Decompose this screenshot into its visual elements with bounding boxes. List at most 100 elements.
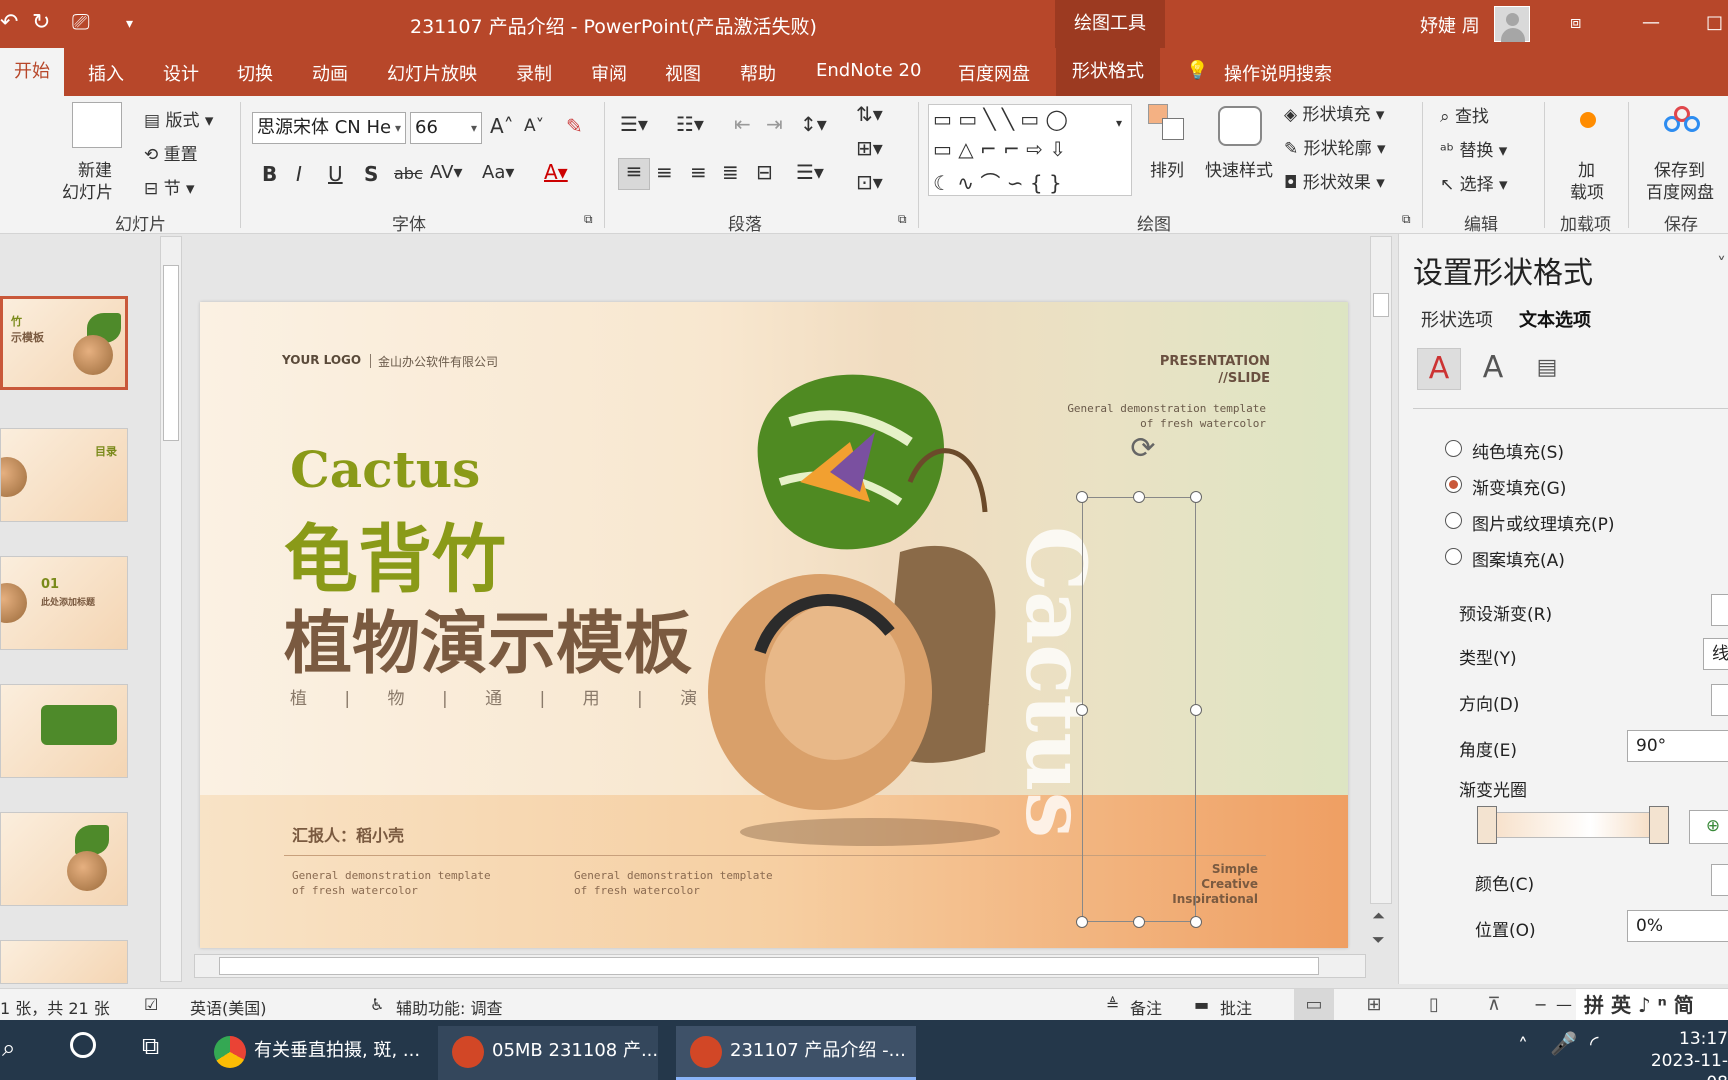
quick-styles-button[interactable]: 快速样式 (1205, 156, 1273, 181)
replace-button[interactable]: ᵃᵇ 替换 ▾ (1440, 136, 1507, 161)
increase-indent-icon[interactable]: ⇥ (766, 112, 783, 136)
tab-record[interactable]: 录制 (516, 60, 552, 86)
redo-icon[interactable]: ↻ (32, 10, 50, 35)
resize-handle[interactable] (1076, 491, 1088, 503)
tab-view[interactable]: 视图 (665, 60, 701, 86)
tab-insert[interactable]: 插入 (88, 60, 124, 86)
tab-transitions[interactable]: 切换 (237, 60, 273, 86)
slide-thumbnail[interactable] (0, 812, 128, 906)
gradient-bar[interactable] (1477, 812, 1667, 838)
accessibility-status[interactable]: 辅助功能: 调查 (396, 995, 502, 1019)
arrange-icon[interactable] (1148, 104, 1188, 144)
shape-fill-button[interactable]: ◈ 形状填充 ▾ (1284, 100, 1384, 125)
section-button[interactable]: ⊟ 节 ▾ (144, 174, 195, 199)
resize-handle[interactable] (1076, 704, 1088, 716)
shape-outline-button[interactable]: ✎ 形状轮廓 ▾ (1284, 134, 1386, 159)
language-status[interactable]: 英语(美国) (190, 995, 267, 1019)
quick-styles-icon[interactable] (1218, 106, 1262, 146)
shrink-font-icon[interactable]: A˅ (524, 116, 544, 136)
gallery-more-icon[interactable]: ▾ (1116, 116, 1122, 130)
gradient-stop-handle[interactable] (1477, 806, 1497, 844)
color-picker[interactable] (1711, 864, 1728, 896)
align-text-icon[interactable]: ⊞▾ (856, 136, 883, 160)
numbering-icon[interactable]: ☷▾ (676, 112, 704, 136)
microphone-icon[interactable]: 🎤 (1550, 1032, 1577, 1057)
task-view-icon[interactable]: ⧉ (142, 1032, 159, 1060)
add-stop-icon[interactable]: ⊕ (1689, 810, 1728, 844)
cortana-icon[interactable] (70, 1032, 96, 1058)
tab-help[interactable]: 帮助 (740, 60, 776, 86)
wifi-icon[interactable]: ◜ (1590, 1032, 1599, 1057)
tab-shape-format[interactable]: 形状格式 (1056, 48, 1160, 96)
autosave-icon[interactable]: ↶ (0, 10, 18, 35)
shape-effects-button[interactable]: ◘ 形状效果 ▾ (1284, 168, 1385, 193)
save-baidu-label-2[interactable]: 百度网盘 (1646, 178, 1714, 203)
addins-label-2[interactable]: 载项 (1570, 178, 1604, 203)
angle-input[interactable]: 90° (1627, 730, 1728, 762)
direction-dropdown[interactable] (1711, 684, 1728, 716)
title-secondary[interactable]: 植物演示模板 (284, 588, 692, 687)
type-dropdown[interactable]: 线 (1703, 638, 1728, 670)
change-case-icon[interactable]: Aa▾ (482, 162, 514, 183)
editor-vscrollbar[interactable] (1370, 236, 1392, 904)
baidu-cloud-icon[interactable] (1664, 106, 1700, 140)
maximize-icon[interactable]: □ (1706, 12, 1723, 33)
shapes-row-icon[interactable]: ▭ ▭ ╲ ╲ ▭ ◯ (933, 107, 1068, 131)
text-fill-icon[interactable]: A (1417, 348, 1461, 390)
avatar[interactable] (1494, 6, 1530, 42)
distributed-icon[interactable]: ⊟ (756, 160, 773, 184)
normal-view-icon[interactable]: ▭ (1294, 989, 1334, 1021)
editor-hscrollbar[interactable] (194, 954, 1366, 978)
slide-thumbnail[interactable]: 竹 示模板 (0, 296, 128, 390)
zoom-slider[interactable]: — (1556, 995, 1572, 1014)
new-slide-icon[interactable] (72, 102, 122, 148)
tell-me-search[interactable]: 操作说明搜索 (1224, 60, 1332, 86)
taskbar-ppt-1[interactable]: 05MB 231108 产... (438, 1026, 658, 1080)
font-name-combo[interactable]: 思源宋体 CN He ▾ (252, 112, 406, 144)
minimize-icon[interactable]: — (1642, 12, 1660, 33)
prev-slide-icon[interactable]: ⏶ (1372, 906, 1385, 926)
shadow-icon[interactable]: S (364, 162, 378, 186)
tab-design[interactable]: 设计 (163, 60, 199, 86)
general-note-2[interactable]: General demonstration template of fresh … (574, 868, 773, 898)
slide-thumbnail[interactable] (0, 940, 128, 984)
shapes-row-icon[interactable]: ☾ ∿ ⌒ ∽ { } (933, 167, 1062, 196)
layout-button[interactable]: ▤ 版式 ▾ (144, 106, 213, 131)
char-spacing-icon[interactable]: AV▾ (430, 162, 463, 183)
dialog-launcher-icon[interactable]: ⧉ (584, 212, 593, 227)
arrange-button[interactable]: 排列 (1150, 156, 1184, 181)
scroll-thumb[interactable] (219, 957, 1319, 975)
thumbnail-scrollbar[interactable] (160, 236, 182, 982)
shapes-gallery[interactable]: ▭ ▭ ╲ ╲ ▭ ◯ ▭ △ ⌐ ⌐ ⇨ ⇩ ☾ ∿ ⌒ ∽ { } (928, 104, 1132, 196)
logo-text[interactable]: YOUR LOGO (282, 353, 361, 367)
slide-thumbnail[interactable]: 01 此处添加标题 (0, 556, 128, 650)
slide-sorter-icon[interactable]: ⊞ (1354, 989, 1394, 1021)
zoom-out-icon[interactable]: − (1534, 995, 1547, 1014)
reset-button[interactable]: ⟲ 重置 (144, 140, 198, 165)
align-right-icon[interactable]: ≡ (690, 160, 707, 184)
textbox-icon[interactable]: ▤ (1525, 348, 1569, 390)
scroll-thumb[interactable] (1373, 293, 1389, 317)
ribbon-display-icon[interactable]: ⧈ (1570, 12, 1581, 33)
search-icon[interactable]: ⌕ (2, 1034, 15, 1062)
ime-toolbar[interactable]: 拼 英 ♪ ⁿ 简 (1576, 989, 1728, 1021)
preset-gradient-dropdown[interactable] (1711, 594, 1728, 626)
tab-text-options[interactable]: 文本选项 (1519, 306, 1591, 332)
resize-handle[interactable] (1190, 916, 1202, 928)
general-template-note[interactable]: General demonstration template of fresh … (1060, 401, 1266, 431)
present-icon[interactable]: ⎚ (72, 10, 90, 35)
select-button[interactable]: ↖ 选择 ▾ (1440, 170, 1508, 195)
text-direction-icon[interactable]: ⇅▾ (856, 102, 883, 126)
chevron-up-icon[interactable]: ˄ (1518, 1034, 1528, 1058)
addins-icon[interactable] (1580, 112, 1596, 128)
lightbulb-icon[interactable]: 💡 (1186, 60, 1208, 81)
tab-review[interactable]: 审阅 (591, 60, 627, 86)
text-outline-icon[interactable]: A (1471, 348, 1515, 390)
tab-slideshow[interactable]: 幻灯片放映 (387, 60, 477, 86)
slide-counter[interactable]: 1 张，共 21 张 (0, 995, 110, 1019)
decrease-indent-icon[interactable]: ⇤ (734, 112, 751, 136)
notes-button[interactable]: 备注 (1130, 995, 1162, 1019)
slide-thumbnail[interactable] (0, 684, 128, 778)
tab-baidu[interactable]: 百度网盘 (958, 60, 1030, 86)
position-input[interactable]: 0% (1627, 910, 1728, 942)
